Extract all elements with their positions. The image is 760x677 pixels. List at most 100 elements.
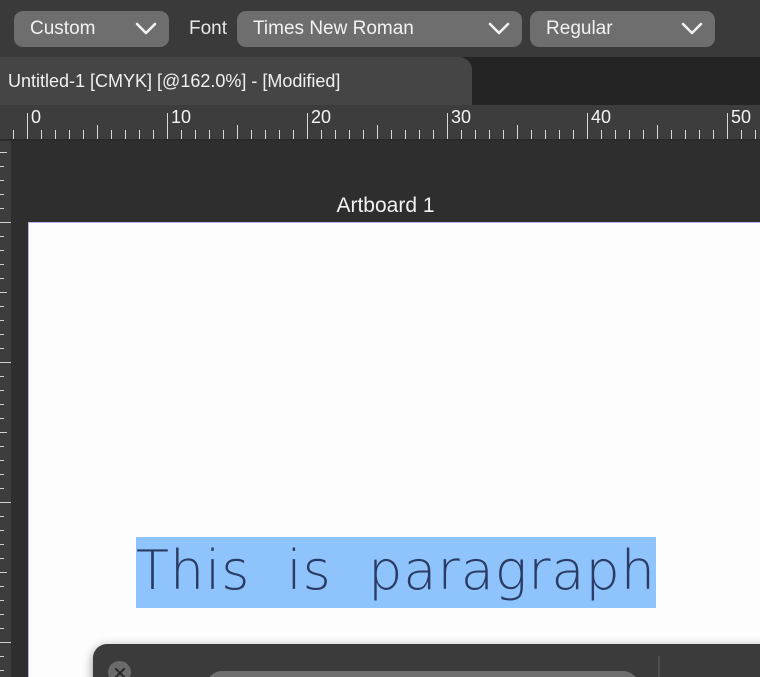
document-tab-title: Untitled-1 [CMYK] [@162.0%] - [Modified]: [8, 70, 341, 91]
ruler-tick-vertical: [0, 460, 4, 461]
ruler-tick-vertical: [0, 446, 4, 447]
ruler-tick: [97, 125, 98, 139]
preset-dropdown[interactable]: Custom: [14, 10, 169, 47]
text-properties-panel[interactable]: Times New Roman 16,0 pt: [93, 644, 760, 677]
ruler-tick: [503, 130, 504, 139]
ruler-tick: [461, 130, 462, 139]
close-circle-icon[interactable]: [108, 661, 131, 677]
ruler-tick-vertical: [0, 222, 11, 223]
ruler-tick: [559, 130, 560, 139]
ruler-label: 0: [31, 107, 42, 127]
ruler-tick: [181, 130, 182, 139]
top-toolbar: Custom Font Times New Roman Regular: [0, 0, 760, 57]
ruler-tick-vertical: [0, 362, 11, 363]
ruler-tick-vertical: [0, 586, 4, 587]
ruler-tick-vertical: [0, 250, 4, 251]
ruler-tick: [531, 130, 532, 139]
ruler-tick-vertical: [0, 572, 7, 573]
ruler-tick: [265, 130, 266, 139]
ruler-tick-vertical: [0, 152, 7, 153]
ruler-tick: [321, 130, 322, 139]
ruler-tick: [419, 130, 420, 139]
ruler-tick-vertical: [0, 334, 4, 335]
ruler-tick: [111, 130, 112, 139]
selected-text-line-1: This is paragraph: [136, 537, 657, 608]
ruler-tick: [713, 130, 714, 139]
ruler-tick: [587, 113, 588, 139]
panel-controls: Times New Roman 16,0 pt: [141, 644, 760, 677]
ruler-tick: [377, 125, 378, 139]
font-style-dropdown[interactable]: Regular: [530, 10, 716, 47]
ruler-tick: [293, 130, 294, 139]
ruler-tick-vertical: [0, 194, 4, 195]
ruler-tick: [405, 130, 406, 139]
ruler-tick-vertical: [0, 488, 4, 489]
ruler-tick-vertical: [0, 656, 4, 657]
ruler-tick: [335, 130, 336, 139]
font-family-dropdown-value: Times New Roman: [253, 17, 414, 39]
ruler-tick: [629, 130, 630, 139]
ruler-tick-vertical: [0, 516, 4, 517]
font-style-dropdown-value: Regular: [546, 17, 613, 39]
ruler-tick: [573, 130, 574, 139]
panel-rail: [93, 644, 141, 677]
artboard[interactable]: This is paragraph text.: [28, 222, 760, 677]
vertical-ruler[interactable]: [0, 141, 11, 677]
artboard-label: Artboard 1: [336, 194, 435, 217]
ruler-tick: [69, 130, 70, 139]
ruler-tick: [251, 130, 252, 139]
ruler-tick: [209, 130, 210, 139]
ruler-tick: [433, 130, 434, 139]
panel-font-family-dropdown[interactable]: Times New Roman: [206, 671, 639, 677]
ruler-tick-vertical: [0, 474, 4, 475]
ruler-tick-vertical: [0, 208, 4, 209]
ruler-tick: [55, 130, 56, 139]
document-tab[interactable]: Untitled-1 [CMYK] [@162.0%] - [Modified]: [0, 57, 472, 105]
ruler-tick: [27, 113, 28, 139]
ruler-tick-vertical: [0, 236, 4, 237]
ruler-tick-vertical: [0, 180, 4, 181]
ruler-tick-vertical: [0, 166, 4, 167]
ruler-tick: [517, 125, 518, 139]
ruler-label: 30: [451, 107, 472, 127]
paragraph-text-object[interactable]: This is paragraph text.: [136, 401, 657, 677]
font-family-dropdown[interactable]: Times New Roman: [237, 10, 523, 47]
ruler-tick: [307, 113, 308, 139]
ruler-tick-vertical: [0, 264, 4, 265]
chevron-down-icon: [135, 22, 157, 35]
ruler-tick-vertical: [0, 432, 7, 433]
ruler-tick: [363, 130, 364, 139]
ruler-tick-vertical: [0, 376, 4, 377]
ruler-tick-vertical: [0, 320, 4, 321]
ruler-tick-vertical: [0, 628, 4, 629]
ruler-tick-vertical: [0, 306, 4, 307]
ruler-tick: [601, 130, 602, 139]
horizontal-ruler[interactable]: 0 10 20 30 40 50: [0, 105, 760, 141]
app-window: Custom Font Times New Roman Regular Unti…: [0, 0, 760, 677]
ruler-tick: [545, 130, 546, 139]
ruler-tick: [83, 130, 84, 139]
ruler-tick: [279, 130, 280, 139]
canvas-area[interactable]: Artboard 1 This is paragraph text.: [11, 141, 760, 677]
chevron-down-icon: [488, 22, 510, 35]
ruler-tick: [153, 130, 154, 139]
ruler-tick-vertical: [0, 642, 11, 643]
ruler-tick: [13, 130, 14, 139]
ruler-tick-vertical: [0, 600, 4, 601]
ruler-tick-vertical: [0, 404, 4, 405]
ruler-label: 10: [171, 107, 192, 127]
ruler-tick: [139, 130, 140, 139]
ruler-tick: [657, 125, 658, 139]
ruler-tick-vertical: [0, 278, 4, 279]
ruler-label: 40: [591, 107, 612, 127]
ruler-tick: [685, 130, 686, 139]
ruler-tick: [727, 113, 728, 139]
ruler-tick: [223, 130, 224, 139]
ruler-tick: [195, 130, 196, 139]
preset-dropdown-value: Custom: [30, 17, 96, 39]
ruler-tick: [699, 130, 700, 139]
ruler-tick: [125, 130, 126, 139]
ruler-tick: [167, 113, 168, 139]
ruler-tick-vertical: [0, 558, 4, 559]
ruler-tick: [237, 125, 238, 139]
